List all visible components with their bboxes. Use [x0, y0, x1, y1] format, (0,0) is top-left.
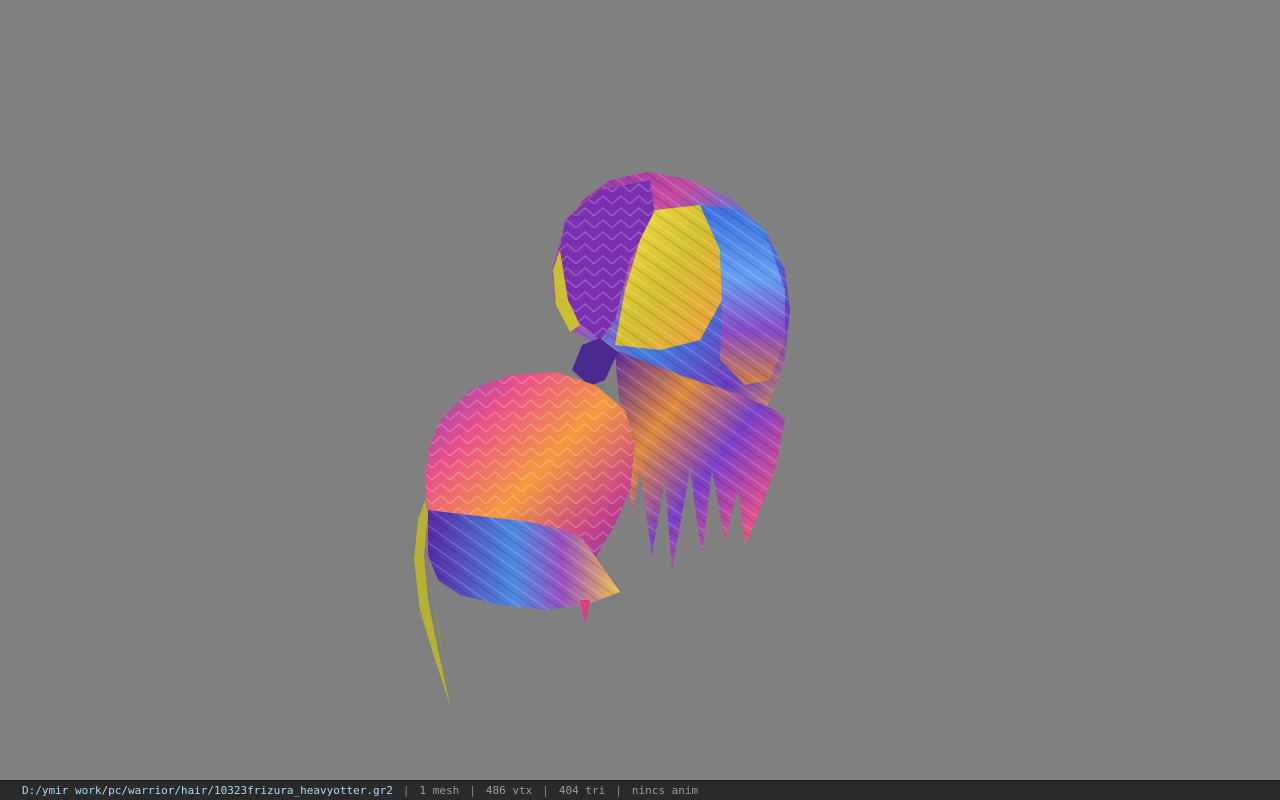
model-render	[414, 172, 790, 705]
status-bar: D:/ymir work/pc/warrior/hair/10323frizur…	[0, 780, 1280, 800]
status-separator: |	[615, 784, 622, 797]
model-viewer-window: D:/ymir work/pc/warrior/hair/10323frizur…	[0, 0, 1280, 800]
status-separator: |	[542, 784, 549, 797]
status-separator: |	[402, 784, 410, 797]
status-file-path: D:/ymir work/pc/warrior/hair/10323frizur…	[22, 784, 393, 797]
status-triangle-count: 404 tri	[558, 784, 606, 797]
hair-bun	[414, 372, 635, 705]
status-vertex-count: 486 vtx	[485, 784, 533, 797]
status-mesh-count: 1 mesh	[419, 784, 460, 797]
status-animation: nincs anim	[631, 784, 699, 797]
status-separator: |	[469, 784, 476, 797]
3d-viewport[interactable]	[0, 0, 1280, 780]
